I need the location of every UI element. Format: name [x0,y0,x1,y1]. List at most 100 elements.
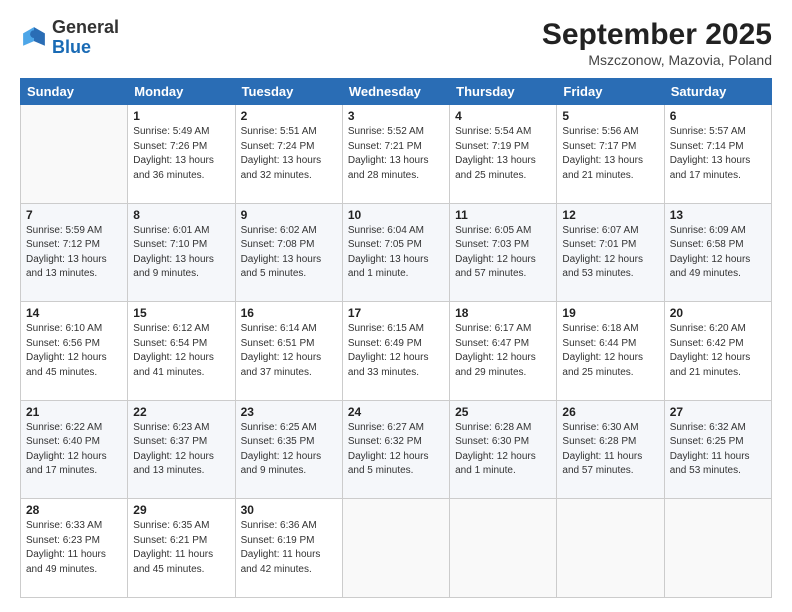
calendar-cell: 28Sunrise: 6:33 AMSunset: 6:23 PMDayligh… [21,499,128,598]
calendar-cell: 6 Sunrise: 5:57 AMSunset: 7:14 PMDaylight… [664,105,771,204]
day-info: Sunrise: 6:12 AMSunset: 6:54 PMDaylight:… [133,322,229,380]
calendar-week-row: 14 Sunrise: 6:10 AMSunset: 6:56 PMDayligh… [21,302,772,401]
day-info: Sunrise: 5:49 AMSunset: 7:26 PMDaylight:… [133,125,229,183]
day-number: 18 [455,306,551,320]
calendar-cell: 13 Sunrise: 6:09 AMSunset: 6:58 PMDayligh… [664,203,771,302]
day-info: Sunrise: 6:36 AMSunset: 6:19 PMDaylight:… [241,519,337,577]
weekday-header-monday: Monday [128,79,235,105]
calendar-cell: 24Sunrise: 6:27 AMSunset: 6:32 PMDayligh… [342,400,449,499]
day-info: Sunrise: 6:32 AMSunset: 6:25 PMDaylight:… [670,421,766,479]
logo-general-text: General [52,18,119,38]
day-info: Sunrise: 6:02 AMSunset: 7:08 PMDaylight:… [241,224,337,282]
calendar-cell: 8 Sunrise: 6:01 AMSunset: 7:10 PMDaylight… [128,203,235,302]
day-number: 14 [26,306,122,320]
calendar-week-row: 21 Sunrise: 6:22 AMSunset: 6:40 PMDayligh… [21,400,772,499]
day-info: Sunrise: 6:18 AMSunset: 6:44 PMDaylight:… [562,322,658,380]
day-number: 25 [455,405,551,419]
title-block: September 2025 Mszczonow, Mazovia, Polan… [542,18,772,68]
day-number: 3 [348,109,444,123]
day-number: 7 [26,208,122,222]
calendar-cell: 2 Sunrise: 5:51 AMSunset: 7:24 PMDaylight… [235,105,342,204]
day-number: 12 [562,208,658,222]
day-info: Sunrise: 5:57 AMSunset: 7:14 PMDaylight:… [670,125,766,183]
day-number: 13 [670,208,766,222]
calendar-cell: 5 Sunrise: 5:56 AMSunset: 7:17 PMDaylight… [557,105,664,204]
day-info: Sunrise: 5:52 AMSunset: 7:21 PMDaylight:… [348,125,444,183]
location-subtitle: Mszczonow, Mazovia, Poland [542,52,772,68]
logo-icon [20,24,48,52]
logo-blue-text: Blue [52,38,119,58]
day-number: 5 [562,109,658,123]
weekday-header-wednesday: Wednesday [342,79,449,105]
day-info: Sunrise: 5:59 AMSunset: 7:12 PMDaylight:… [26,224,122,282]
calendar-cell: 17 Sunrise: 6:15 AMSunset: 6:49 PMDayligh… [342,302,449,401]
day-number: 2 [241,109,337,123]
calendar-cell: 4 Sunrise: 5:54 AMSunset: 7:19 PMDaylight… [450,105,557,204]
day-number: 11 [455,208,551,222]
calendar-cell: 15 Sunrise: 6:12 AMSunset: 6:54 PMDayligh… [128,302,235,401]
day-info: Sunrise: 6:10 AMSunset: 6:56 PMDaylight:… [26,322,122,380]
day-info: Sunrise: 6:05 AMSunset: 7:03 PMDaylight:… [455,224,551,282]
day-info: Sunrise: 6:33 AMSunset: 6:23 PMDaylight:… [26,519,122,577]
calendar-cell: 21 Sunrise: 6:22 AMSunset: 6:40 PMDayligh… [21,400,128,499]
day-info: Sunrise: 6:07 AMSunset: 7:01 PMDaylight:… [562,224,658,282]
calendar-cell: 18 Sunrise: 6:17 AMSunset: 6:47 PMDayligh… [450,302,557,401]
calendar-cell: 16 Sunrise: 6:14 AMSunset: 6:51 PMDayligh… [235,302,342,401]
calendar-week-row: 1 Sunrise: 5:49 AMSunset: 7:26 PMDaylight… [21,105,772,204]
day-info: Sunrise: 5:56 AMSunset: 7:17 PMDaylight:… [562,125,658,183]
day-info: Sunrise: 6:04 AMSunset: 7:05 PMDaylight:… [348,224,444,282]
day-number: 15 [133,306,229,320]
weekday-header-tuesday: Tuesday [235,79,342,105]
day-number: 9 [241,208,337,222]
day-info: Sunrise: 6:09 AMSunset: 6:58 PMDaylight:… [670,224,766,282]
weekday-header-thursday: Thursday [450,79,557,105]
day-number: 21 [26,405,122,419]
calendar-cell: 12 Sunrise: 6:07 AMSunset: 7:01 PMDayligh… [557,203,664,302]
month-title: September 2025 [542,18,772,52]
calendar-cell [664,499,771,598]
day-number: 4 [455,109,551,123]
day-info: Sunrise: 6:27 AMSunset: 6:32 PMDaylight:… [348,421,444,479]
calendar-cell: 22Sunrise: 6:23 AMSunset: 6:37 PMDayligh… [128,400,235,499]
calendar-cell: 9 Sunrise: 6:02 AMSunset: 7:08 PMDaylight… [235,203,342,302]
day-info: Sunrise: 5:54 AMSunset: 7:19 PMDaylight:… [455,125,551,183]
day-number: 6 [670,109,766,123]
day-number: 1 [133,109,229,123]
calendar-cell: 25 Sunrise: 6:28 AMSunset: 6:30 PMDayligh… [450,400,557,499]
day-info: Sunrise: 5:51 AMSunset: 7:24 PMDaylight:… [241,125,337,183]
weekday-header-saturday: Saturday [664,79,771,105]
calendar-cell: 19 Sunrise: 6:18 AMSunset: 6:44 PMDayligh… [557,302,664,401]
calendar-cell: 10Sunrise: 6:04 AMSunset: 7:05 PMDayligh… [342,203,449,302]
day-info: Sunrise: 6:23 AMSunset: 6:37 PMDaylight:… [133,421,229,479]
day-number: 16 [241,306,337,320]
logo: General Blue [20,18,119,58]
day-number: 19 [562,306,658,320]
day-info: Sunrise: 6:25 AMSunset: 6:35 PMDaylight:… [241,421,337,479]
calendar-cell [557,499,664,598]
calendar-cell: 27 Sunrise: 6:32 AMSunset: 6:25 PMDayligh… [664,400,771,499]
calendar-cell: 26Sunrise: 6:30 AMSunset: 6:28 PMDayligh… [557,400,664,499]
day-info: Sunrise: 6:15 AMSunset: 6:49 PMDaylight:… [348,322,444,380]
day-number: 27 [670,405,766,419]
day-info: Sunrise: 6:17 AMSunset: 6:47 PMDaylight:… [455,322,551,380]
logo-text: General Blue [52,18,119,58]
day-info: Sunrise: 6:14 AMSunset: 6:51 PMDaylight:… [241,322,337,380]
day-number: 20 [670,306,766,320]
day-info: Sunrise: 6:28 AMSunset: 6:30 PMDaylight:… [455,421,551,479]
day-info: Sunrise: 6:01 AMSunset: 7:10 PMDaylight:… [133,224,229,282]
day-number: 29 [133,503,229,517]
day-number: 30 [241,503,337,517]
weekday-header-friday: Friday [557,79,664,105]
day-info: Sunrise: 6:20 AMSunset: 6:42 PMDaylight:… [670,322,766,380]
calendar-cell: 30 Sunrise: 6:36 AMSunset: 6:19 PMDayligh… [235,499,342,598]
day-number: 17 [348,306,444,320]
calendar-cell: 29Sunrise: 6:35 AMSunset: 6:21 PMDayligh… [128,499,235,598]
day-number: 8 [133,208,229,222]
weekday-header-row: SundayMondayTuesdayWednesdayThursdayFrid… [21,79,772,105]
calendar-cell: 14 Sunrise: 6:10 AMSunset: 6:56 PMDayligh… [21,302,128,401]
calendar-cell [21,105,128,204]
calendar-cell: 1 Sunrise: 5:49 AMSunset: 7:26 PMDaylight… [128,105,235,204]
day-info: Sunrise: 6:22 AMSunset: 6:40 PMDaylight:… [26,421,122,479]
calendar-cell: 11 Sunrise: 6:05 AMSunset: 7:03 PMDayligh… [450,203,557,302]
calendar-week-row: 7 Sunrise: 5:59 AMSunset: 7:12 PMDaylight… [21,203,772,302]
